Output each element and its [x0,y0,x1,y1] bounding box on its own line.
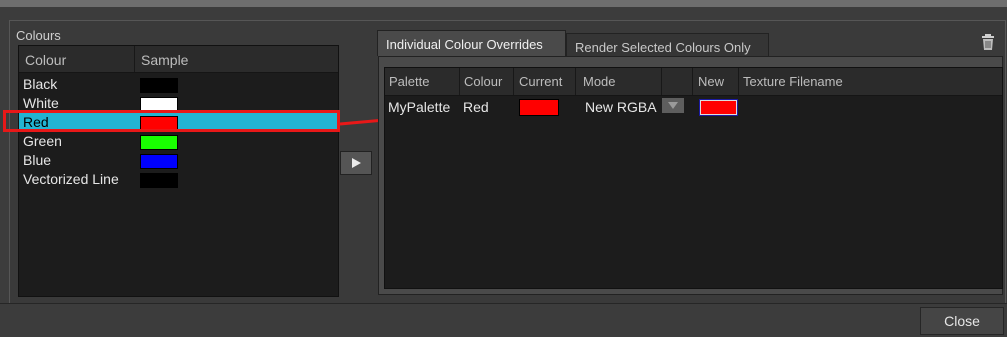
header-colour[interactable]: Colour [25,52,66,68]
header-divider [575,68,576,95]
colour-row-green[interactable]: Green [19,132,338,151]
override-palette: MyPalette [388,99,451,115]
new-colour-swatch[interactable] [699,99,738,116]
colour-row-label: Blue [23,152,52,168]
colour-row-label: Green [23,133,62,149]
header-new[interactable]: New [698,74,724,89]
header-mode[interactable]: Mode [583,74,616,89]
override-row[interactable]: MyPalette Red New RGBA [385,96,1002,118]
colour-swatch [140,135,178,150]
header-divider [661,68,662,95]
header-palette[interactable]: Palette [389,74,429,89]
colour-row-black[interactable]: Black [19,75,338,94]
header-texture-filename[interactable]: Texture Filename [743,74,843,89]
override-colour: Red [463,99,489,115]
selection-annotation-outline [3,110,340,132]
colour-row-vectorized-line[interactable]: Vectorized Line [19,170,338,189]
colour-row-label: Black [23,76,58,92]
colour-swatch [140,78,178,93]
current-colour-swatch [519,99,559,116]
add-override-button[interactable] [340,151,372,175]
title-bar-strip [0,0,1007,7]
close-button[interactable]: Close [920,307,1004,335]
colour-row-label: White [23,95,59,111]
play-triangle-icon [352,158,361,168]
header-divider [134,46,135,72]
header-divider [738,68,739,95]
override-mode: New RGBA [585,99,657,115]
footer-separator [0,303,1007,304]
colour-override-dialog: Colours Colour Sample Black White Red Gr… [0,0,1007,337]
colour-row-label: Vectorized Line [23,171,119,187]
mode-dropdown-button[interactable] [662,98,684,113]
overrides-table-header: Palette Colour Current Mode New Texture … [385,68,1002,96]
header-divider [692,68,693,95]
header-sample[interactable]: Sample [141,52,188,68]
colours-group-title: Colours [16,28,61,43]
colours-table-header: Colour Sample [19,46,338,73]
colour-swatch [140,154,178,169]
tab-render-selected-colours-only[interactable]: Render Selected Colours Only [566,33,769,56]
tab-individual-colour-overrides[interactable]: Individual Colour Overrides [377,30,566,56]
colours-table: Colour Sample Black White Red Green Blue… [18,45,339,297]
chevron-down-icon [668,102,678,109]
header-divider [513,68,514,95]
header-current[interactable]: Current [519,74,562,89]
overrides-table: Palette Colour Current Mode New Texture … [384,67,1003,289]
header-colour[interactable]: Colour [464,74,502,89]
trash-icon[interactable] [979,33,997,51]
colour-row-blue[interactable]: Blue [19,151,338,170]
header-divider [459,68,460,95]
colour-swatch [140,173,178,188]
